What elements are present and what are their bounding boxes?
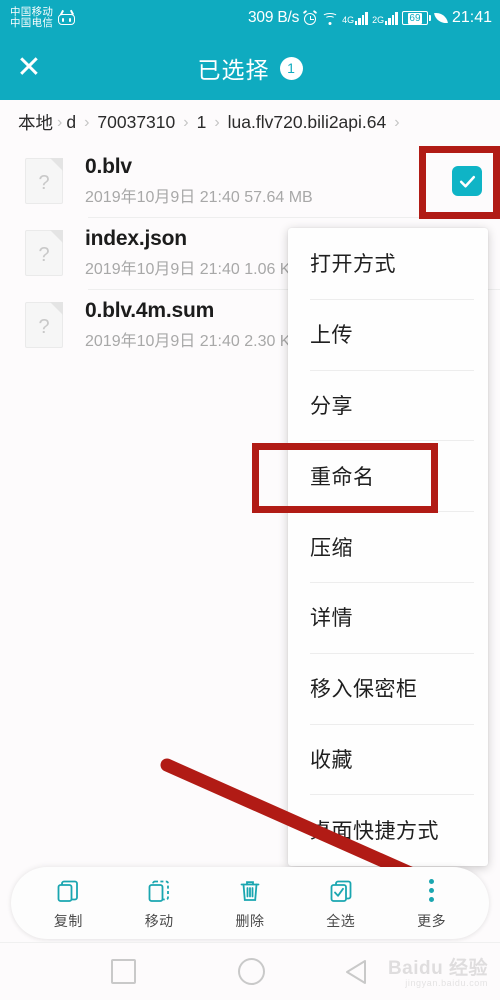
selected-count-badge: 1 bbox=[279, 56, 303, 80]
chevron-right-icon: › bbox=[183, 113, 189, 131]
circle-icon[interactable] bbox=[238, 958, 265, 985]
wifi-icon bbox=[321, 12, 338, 25]
menu-item-details[interactable]: 详情 bbox=[288, 581, 488, 653]
close-icon[interactable]: ✕ bbox=[0, 36, 58, 100]
select-all-label: 全选 bbox=[326, 912, 356, 929]
menu-item-open-with[interactable]: 打开方式 bbox=[288, 228, 488, 299]
annotation-box-checkbox bbox=[419, 146, 500, 219]
breadcrumb-item-lua[interactable]: lua.flv720.bili2api.64 bbox=[228, 112, 387, 133]
menu-item-move-to-safe[interactable]: 移入保密柜 bbox=[288, 652, 488, 724]
select-all-icon bbox=[327, 876, 355, 906]
bilibili-tv-icon bbox=[58, 9, 76, 25]
alarm-clock-icon bbox=[302, 9, 318, 25]
file-meta: 2019年10月9日 21:40 57.64 MB bbox=[85, 189, 313, 206]
system-nav-bar bbox=[0, 942, 500, 1000]
network-speed-text: 309 B/s bbox=[248, 9, 300, 26]
file-icon-glyph: ? bbox=[38, 172, 50, 194]
bottom-toolbar-wrap: 复制 移动 删除 全选 更多 bbox=[0, 864, 500, 942]
unknown-file-icon: ? bbox=[25, 302, 63, 348]
copy-button[interactable]: 复制 bbox=[27, 876, 109, 931]
breadcrumb-item-d[interactable]: d bbox=[66, 112, 76, 133]
breadcrumb-item-70037310[interactable]: 70037310 bbox=[97, 112, 175, 133]
carrier-info: 中国移动 中国电信 bbox=[10, 6, 76, 30]
breadcrumb: 本地 › d › 70037310 › 1 › lua.flv720.bili2… bbox=[0, 100, 500, 145]
title-bar: ✕ 已选择 1 bbox=[0, 36, 500, 100]
leaf-icon bbox=[434, 11, 448, 25]
delete-label: 删除 bbox=[235, 912, 265, 929]
clock-text: 21:41 bbox=[451, 9, 492, 26]
status-icons: 309 B/s 4G 2G 69 21:41 bbox=[248, 9, 492, 27]
chevron-right-icon: › bbox=[84, 113, 90, 131]
battery-icon: 69 bbox=[401, 11, 431, 25]
signal-4g-label: 4G bbox=[342, 14, 355, 25]
signal-2g-icon: 2G bbox=[372, 11, 398, 25]
context-menu: 打开方式 上传 分享 重命名 压缩 详情 移入保密柜 收藏 桌面快捷方式 bbox=[288, 228, 488, 866]
signal-4g-icon: 4G bbox=[342, 11, 369, 25]
select-all-button[interactable]: 全选 bbox=[300, 876, 382, 931]
status-bar: 中国移动 中国电信 309 B/s 4G 2G 69 21:41 bbox=[0, 0, 500, 36]
move-button[interactable]: 移动 bbox=[118, 876, 200, 931]
annotation-box-rename bbox=[252, 443, 438, 513]
battery-level-text: 69 bbox=[407, 12, 423, 24]
title-group: 已选择 1 bbox=[0, 51, 500, 85]
move-icon bbox=[145, 876, 173, 906]
delete-button[interactable]: 删除 bbox=[209, 876, 291, 931]
phone-screen: 中国移动 中国电信 309 B/s 4G 2G 69 21:41 ✕ 已选择 1… bbox=[0, 0, 500, 1000]
more-label: 更多 bbox=[417, 912, 447, 929]
copy-label: 复制 bbox=[53, 912, 83, 929]
copy-icon bbox=[54, 876, 82, 906]
signal-2g-label: 2G bbox=[372, 14, 385, 25]
square-icon[interactable] bbox=[111, 959, 136, 984]
trash-icon bbox=[236, 876, 264, 906]
chevron-right-icon: › bbox=[394, 113, 400, 131]
menu-item-desktop-shortcut[interactable]: 桌面快捷方式 bbox=[288, 794, 488, 865]
breadcrumb-item-1[interactable]: 1 bbox=[197, 112, 207, 133]
triangle-back-icon[interactable] bbox=[346, 958, 389, 986]
move-label: 移动 bbox=[144, 912, 174, 929]
carrier-line-2: 中国电信 bbox=[10, 17, 54, 29]
menu-item-upload[interactable]: 上传 bbox=[288, 298, 488, 370]
menu-item-compress[interactable]: 压缩 bbox=[288, 511, 488, 582]
file-icon-glyph: ? bbox=[38, 244, 50, 266]
file-icon-glyph: ? bbox=[38, 316, 50, 338]
more-button[interactable]: 更多 bbox=[391, 876, 473, 931]
menu-item-favorite[interactable]: 收藏 bbox=[288, 723, 488, 795]
chevron-right-icon: › bbox=[214, 113, 220, 131]
bottom-toolbar: 复制 移动 删除 全选 更多 bbox=[11, 867, 489, 939]
menu-item-share[interactable]: 分享 bbox=[288, 369, 488, 441]
more-vertical-icon bbox=[429, 876, 435, 906]
breadcrumb-item-local[interactable]: 本地 bbox=[18, 110, 53, 135]
unknown-file-icon: ? bbox=[25, 158, 63, 204]
file-name: 0.blv bbox=[85, 155, 132, 178]
unknown-file-icon: ? bbox=[25, 230, 63, 276]
page-title: 已选择 bbox=[197, 57, 270, 83]
chevron-right-icon: › bbox=[57, 113, 63, 131]
